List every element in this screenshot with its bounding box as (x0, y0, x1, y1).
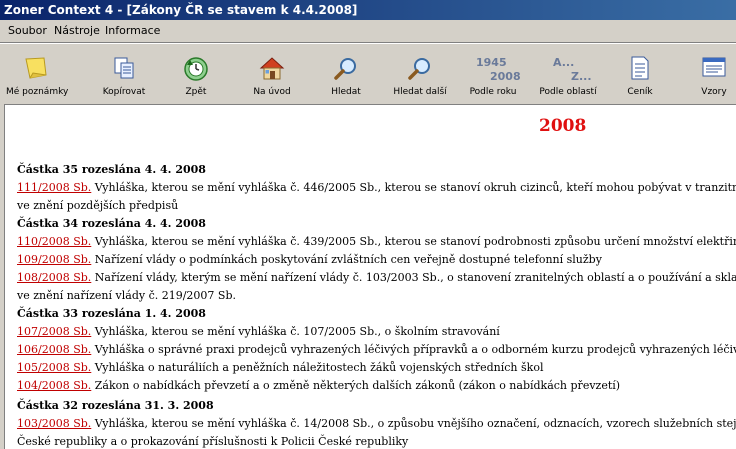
law-link[interactable]: 108/2008 Sb. (17, 271, 91, 284)
search-next-icon (408, 58, 430, 80)
list-item: 105/2008 Sb. Vyhláška o naturáliích a pe… (17, 359, 543, 377)
my-notes-label: Mé poznámky (6, 87, 69, 97)
list-item-continuation: ve znění nařízení vlády č. 219/2007 Sb. (17, 289, 236, 302)
pricelist-icon (631, 56, 649, 80)
part-heading: Částka 35 rozeslána 4. 4. 2008 (17, 163, 206, 176)
home-icon (259, 57, 285, 80)
law-description: Nařízení vlády o podmínkách poskytování … (91, 253, 602, 266)
list-item: 104/2008 Sb. Zákon o nabídkách převzetí … (17, 377, 620, 395)
part-heading: Částka 34 rozeslána 4. 4. 2008 (17, 217, 206, 230)
my-notes-button[interactable]: Mé poznámky (6, 48, 69, 98)
list-item: 103/2008 Sb. Vyhláška, kterou se mění vy… (17, 415, 736, 433)
law-link[interactable]: 104/2008 Sb. (17, 379, 91, 392)
templates-icon (702, 57, 726, 77)
law-description: Nařízení vlády, kterým se mění nařízení … (91, 271, 736, 284)
search-next-button[interactable]: Hledat další (384, 48, 456, 98)
search-label: Hledat (331, 87, 361, 97)
by-year-button[interactable]: 1945 2008 Podle roku (462, 48, 524, 98)
list-item: 110/2008 Sb. Vyhláška, kterou se mění vy… (17, 233, 736, 251)
search-icon (334, 58, 356, 80)
law-description: Vyhláška o správné praxi prodejců vyhraz… (91, 343, 736, 356)
menu-nastroje[interactable]: Nástroje (54, 20, 100, 42)
list-item: 111/2008 Sb. Vyhláška, kterou se mění vy… (17, 179, 736, 197)
back-button[interactable]: Zpět (166, 48, 226, 98)
search-button[interactable]: Hledat (316, 48, 376, 98)
toolbar: Mé poznámky Kopírovat Zpět Na úvod Hleda… (0, 44, 736, 100)
list-item-continuation: České republiky a o prokazování příslušn… (17, 435, 409, 448)
copy-label: Kopírovat (102, 87, 146, 97)
back-icon (184, 57, 208, 81)
menu-informace[interactable]: Informace (105, 20, 160, 42)
law-description: Vyhláška, kterou se mění vyhláška č. 439… (91, 235, 736, 248)
by-area-button[interactable]: A... Z... Podle oblastí (532, 48, 604, 98)
search-next-label: Hledat další (393, 87, 447, 97)
templates-label: Vzory (701, 87, 727, 97)
back-label: Zpět (185, 87, 207, 97)
law-description: Vyhláška, kterou se mění vyhláška č. 107… (91, 325, 500, 338)
law-description: Zákon o nabídkách převzetí a o změně něk… (91, 379, 621, 392)
law-description: Vyhláška o naturáliích a peněžních nálež… (91, 361, 544, 374)
list-item: 107/2008 Sb. Vyhláška, kterou se mění vy… (17, 323, 500, 341)
area-icon: A... Z... (553, 56, 592, 83)
law-link[interactable]: 106/2008 Sb. (17, 343, 91, 356)
home-button[interactable]: Na úvod (242, 48, 302, 98)
list-item: 108/2008 Sb. Nařízení vlády, kterým se m… (17, 269, 736, 287)
by-area-label: Podle oblastí (539, 87, 597, 97)
menu-bar: Soubor Nástroje Informace (0, 20, 736, 42)
by-year-label: Podle roku (469, 87, 517, 97)
list-item: 109/2008 Sb. Nařízení vlády o podmínkách… (17, 251, 602, 269)
note-icon (25, 57, 47, 79)
law-description: Vyhláška, kterou se mění vyhláška č. 446… (91, 181, 736, 194)
menu-soubor[interactable]: Soubor (8, 20, 47, 42)
law-description: Vyhláška, kterou se mění vyhláška č. 14/… (91, 417, 736, 430)
window-title: Zoner Context 4 - [Zákony ČR se stavem k… (0, 0, 736, 20)
copy-button[interactable]: Kopírovat (94, 48, 154, 98)
part-heading: Částka 32 rozeslána 31. 3. 2008 (17, 399, 214, 412)
copy-icon (114, 57, 134, 79)
list-item-continuation: ve znění pozdějších předpisů (17, 199, 179, 212)
list-item: 106/2008 Sb. Vyhláška o správné praxi pr… (17, 341, 736, 359)
law-link[interactable]: 109/2008 Sb. (17, 253, 91, 266)
home-label: Na úvod (253, 87, 291, 97)
document-view: 2008 Částka 35 rozeslána 4. 4. 2008 111/… (4, 104, 736, 449)
law-link[interactable]: 107/2008 Sb. (17, 325, 91, 338)
law-link[interactable]: 105/2008 Sb. (17, 361, 91, 374)
templates-button[interactable]: Vzory (692, 48, 736, 98)
pricelist-button[interactable]: Ceník (612, 48, 668, 98)
law-link[interactable]: 111/2008 Sb. (17, 181, 91, 194)
part-heading: Částka 33 rozeslána 1. 4. 2008 (17, 307, 206, 320)
year-heading: 2008 (539, 116, 587, 136)
law-link[interactable]: 103/2008 Sb. (17, 417, 91, 430)
year-icon: 1945 2008 (476, 56, 521, 83)
law-link[interactable]: 110/2008 Sb. (17, 235, 91, 248)
pricelist-label: Ceník (627, 87, 653, 97)
